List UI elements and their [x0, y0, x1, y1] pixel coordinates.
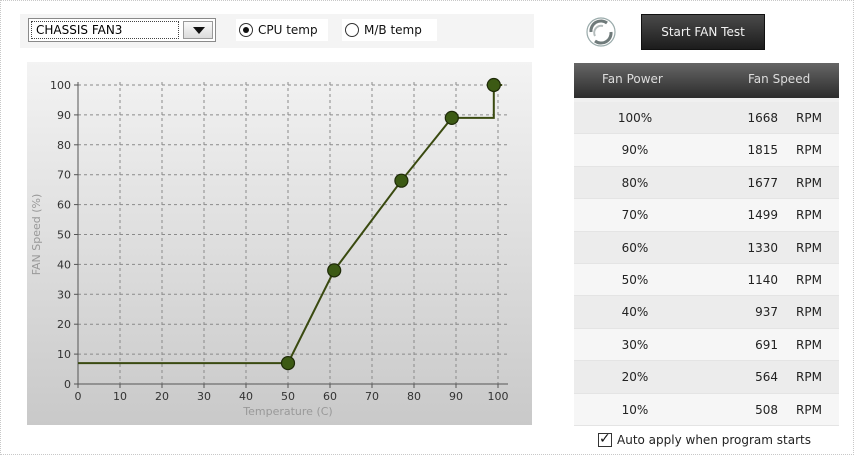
rpm-unit: RPM — [796, 175, 822, 190]
fan-power-cell: 40% — [621, 305, 649, 320]
fan-power-cell: 50% — [621, 272, 649, 287]
table-row: 90% 1815 RPM — [574, 134, 839, 167]
mb-temp-label: M/B temp — [364, 23, 422, 37]
x-tick-label: 20 — [155, 390, 169, 403]
x-tick-label: 90 — [449, 390, 463, 403]
curve-control-point — [280, 355, 296, 371]
cpu-temp-label: CPU temp — [258, 23, 318, 37]
x-tick-label: 70 — [365, 390, 379, 403]
x-axis-label: Temperature (C) — [242, 405, 332, 418]
fan-curve-svg: 0 10 20 30 40 50 60 70 80 90 100 0 10 20 30 40 50 60 70 80 9… — [30, 77, 509, 418]
y-tick-label: 40 — [57, 258, 71, 271]
fan-power-cell: 100% — [617, 111, 653, 125]
y-tick-label: 90 — [57, 109, 71, 122]
fan-speed-cell: 691 — [755, 337, 778, 352]
fan-speed-cell: 1140 — [747, 272, 778, 287]
table-row: 10% 508 RPM — [574, 393, 839, 426]
y-tick-label: 20 — [57, 318, 71, 331]
x-tick-label: 30 — [197, 390, 211, 403]
y-tick-label: 70 — [57, 169, 71, 182]
fan-power-cell: 30% — [621, 337, 649, 352]
table-row: 60% 1330 RPM — [574, 231, 839, 264]
start-fan-test-button[interactable]: Start FAN Test — [641, 14, 765, 50]
cpu-temp-radio[interactable]: CPU temp — [236, 19, 328, 41]
chevron-down-icon[interactable] — [183, 21, 213, 39]
fan-speed-cell: 1677 — [747, 175, 778, 190]
rpm-unit: RPM — [796, 240, 822, 255]
fan-power-cell: 80% — [621, 175, 649, 190]
fan-speed-table: Fan Power Fan Speed 100% 1668 RPM 90% 18… — [574, 63, 839, 426]
refresh-icon[interactable] — [583, 14, 619, 50]
x-tick-label: 10 — [113, 390, 127, 403]
fan-curve-line — [78, 84, 503, 365]
checkbox-box[interactable]: ✓ — [598, 431, 612, 447]
checkmark-icon: ✓ — [599, 431, 611, 447]
table-header: Fan Power Fan Speed — [574, 63, 839, 98]
x-tick-label: 50 — [281, 390, 295, 403]
table-row: 70% 1499 RPM — [574, 199, 839, 232]
mb-temp-radio[interactable]: M/B temp — [342, 19, 437, 41]
auto-apply-label: Auto apply when program starts — [617, 433, 811, 447]
fan-power-cell: 20% — [621, 370, 649, 385]
fan-curve-chart: 0 10 20 30 40 50 60 70 80 90 100 0 10 20 30 40 50 60 70 80 9… — [27, 62, 532, 425]
x-tick-label: 0 — [75, 390, 82, 403]
fan-select-value: CHASSIS FAN3 — [31, 21, 179, 39]
curve-control-point — [394, 173, 409, 188]
y-tick-label: 0 — [64, 378, 71, 391]
fan-select-dropdown[interactable]: CHASSIS FAN3 — [28, 18, 216, 42]
col-fan-speed: Fan Speed — [748, 72, 811, 86]
rpm-unit: RPM — [796, 305, 822, 320]
rpm-unit: RPM — [796, 272, 822, 287]
table-rows: 100% 1668 RPM 90% 1815 RPM 80% 1677 RPM … — [574, 102, 839, 426]
x-tick-label: 40 — [239, 390, 253, 403]
y-tick-label: 80 — [57, 139, 71, 152]
radio-unchecked-icon[interactable] — [345, 23, 359, 37]
curve-control-point — [444, 110, 459, 125]
table-row: 40% 937 RPM — [574, 296, 839, 329]
fan-speed-cell: 1668 — [747, 111, 778, 125]
x-tick-label: 100 — [488, 390, 509, 403]
fan-speed-cell: 1815 — [747, 143, 778, 158]
rpm-unit: RPM — [796, 337, 822, 352]
curve-control-point — [327, 263, 342, 278]
fan-speed-cell: 937 — [755, 305, 778, 320]
y-tick-label: 60 — [57, 199, 71, 212]
x-tick-label: 60 — [323, 390, 337, 403]
y-tick-label: 10 — [57, 348, 71, 361]
rpm-unit: RPM — [796, 402, 822, 417]
table-row: 100% 1668 RPM — [574, 102, 839, 135]
auto-apply-checkbox[interactable]: ✓ Auto apply when program starts — [598, 431, 811, 449]
fan-power-cell: 10% — [621, 402, 649, 417]
table-row: 80% 1677 RPM — [574, 166, 839, 200]
radio-checked-icon[interactable] — [239, 23, 253, 37]
fan-speed-cell: 508 — [755, 402, 778, 417]
fan-power-cell: 70% — [621, 208, 649, 223]
y-tick-label: 50 — [57, 229, 71, 242]
curve-control-point — [486, 77, 501, 93]
table-row: 30% 691 RPM — [574, 328, 839, 362]
y-tick-label: 30 — [57, 288, 71, 301]
fan-speed-cell: 564 — [755, 370, 778, 385]
col-fan-power: Fan Power — [602, 72, 663, 86]
fan-power-cell: 90% — [621, 143, 649, 158]
table-row: 20% 564 RPM — [574, 361, 839, 394]
fan-speed-cell: 1499 — [747, 208, 778, 223]
rpm-unit: RPM — [796, 208, 822, 223]
rpm-unit: RPM — [796, 370, 822, 385]
rpm-unit: RPM — [796, 143, 822, 158]
table-row: 50% 1140 RPM — [574, 263, 839, 297]
rpm-unit: RPM — [796, 111, 822, 125]
fan-power-cell: 60% — [621, 240, 649, 255]
y-tick-label: 100 — [50, 79, 71, 92]
y-axis-label: FAN Speed (%) — [30, 194, 43, 276]
x-tick-label: 80 — [407, 390, 421, 403]
fan-speed-cell: 1330 — [747, 240, 778, 255]
